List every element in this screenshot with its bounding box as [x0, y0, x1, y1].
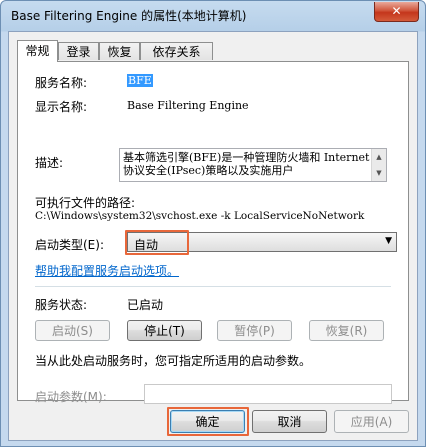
startup-type-label: 启动类型(E):	[35, 238, 104, 252]
service-name-label: 服务名称:	[35, 76, 88, 90]
description-box[interactable]: 基本筛选引擎(BFE)是一种管理防火墙和 Internet 协议安全(IPsec…	[119, 148, 387, 182]
display-name-label: 显示名称:	[35, 100, 88, 114]
description-text: 基本筛选引擎(BFE)是一种管理防火墙和 Internet 协议安全(IPsec…	[123, 151, 370, 177]
apply-button[interactable]: 应用(A)	[334, 410, 409, 433]
exe-path-label: 可执行文件的路径:	[35, 196, 136, 210]
ok-button-highlight	[167, 407, 249, 436]
dialog-client-area: 常规 登录 恢复 依存关系 服务名称: BFE 显示名称: Base Filte…	[8, 31, 418, 441]
status-label: 服务状态:	[35, 298, 88, 312]
tab-recovery[interactable]: 恢复	[99, 42, 140, 60]
stop-button[interactable]: 停止(T)	[127, 320, 202, 341]
divider	[35, 286, 391, 287]
window-title: Base Filtering Engine 的属性(本地计算机)	[11, 9, 247, 23]
status-value: 已启动	[127, 298, 164, 312]
scroll-up-icon[interactable]: ▲	[371, 149, 386, 165]
start-params-input[interactable]	[144, 384, 392, 404]
general-panel: 服务名称: BFE 显示名称: Base Filtering Engine 描述…	[17, 61, 409, 404]
hint-text: 当从此处启动服务时，您可指定所适用的启动参数。	[35, 354, 312, 368]
title-bar[interactable]: Base Filtering Engine 的属性(本地计算机) ✕	[1, 1, 425, 31]
scroll-down-icon[interactable]: ▼	[371, 165, 386, 181]
description-label: 描述:	[35, 156, 64, 170]
close-button[interactable]: ✕	[374, 2, 419, 22]
resume-button[interactable]: 恢复(R)	[309, 320, 384, 341]
display-name-value[interactable]: Base Filtering Engine	[127, 99, 249, 112]
properties-window: Base Filtering Engine 的属性(本地计算机) ✕ 常规 登录…	[0, 0, 426, 447]
startup-type-highlight	[125, 230, 189, 255]
exe-path-value: C:\Windows\system32\svchost.exe -k Local…	[35, 210, 365, 222]
pause-button[interactable]: 暂停(P)	[217, 320, 292, 341]
start-params-label: 启动参数(M):	[35, 390, 107, 404]
tab-general[interactable]: 常规	[17, 40, 58, 62]
start-button[interactable]: 启动(S)	[35, 320, 110, 341]
cancel-button[interactable]: 取消	[252, 410, 327, 433]
tab-dependencies[interactable]: 依存关系	[140, 42, 213, 60]
chevron-down-icon: ▼	[385, 236, 392, 246]
tab-logon[interactable]: 登录	[58, 42, 99, 60]
service-name-value[interactable]: BFE	[127, 74, 153, 87]
help-link[interactable]: 帮助我配置服务启动选项。	[35, 262, 179, 279]
